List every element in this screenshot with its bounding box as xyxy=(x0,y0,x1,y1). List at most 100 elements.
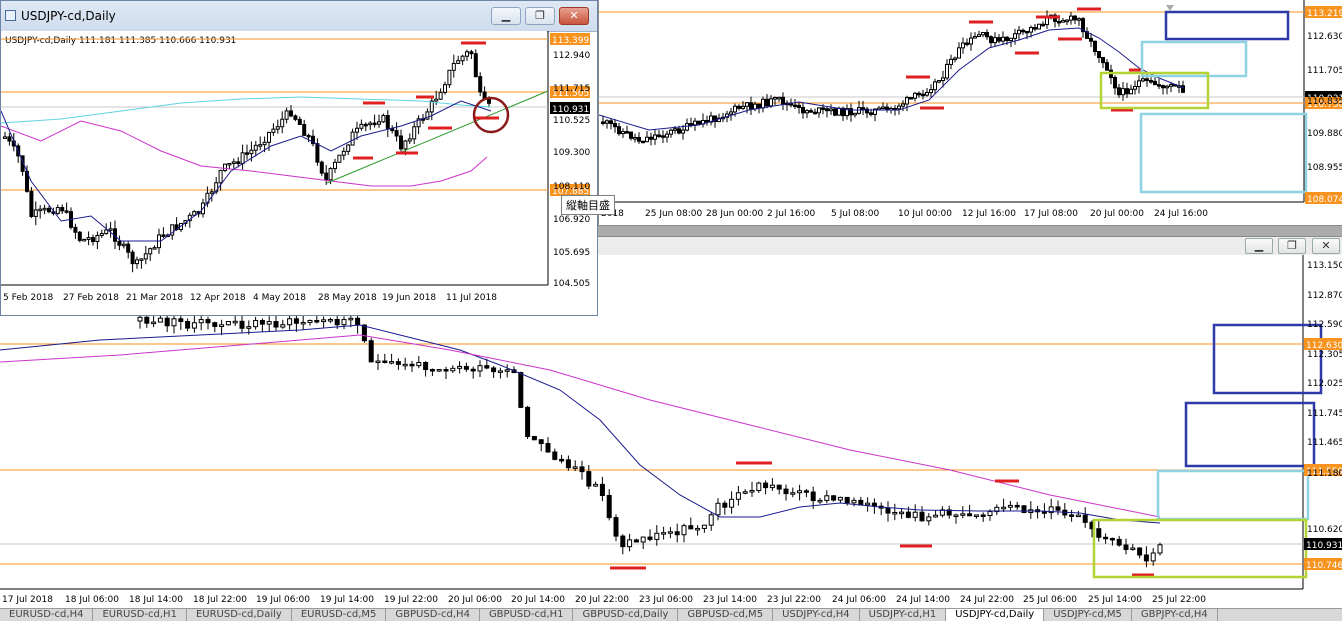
chart-tab[interactable]: GBPUSD-cd,H1 xyxy=(480,609,574,621)
candle-body xyxy=(372,122,377,126)
candle-body xyxy=(909,97,913,100)
candle-body xyxy=(844,496,850,504)
candle-body xyxy=(7,136,12,142)
h1-date-tick: 20 Jul 00:00 xyxy=(1090,209,1144,219)
candle-body xyxy=(341,150,346,156)
candle-body xyxy=(1001,506,1007,510)
chart-tab[interactable]: GBPJPY-cd,H4 xyxy=(1132,609,1218,621)
candle-body xyxy=(497,370,503,373)
candle-body xyxy=(657,134,661,137)
candle-body xyxy=(985,32,989,38)
main-date-tick: 20 Jul 06:00 xyxy=(448,595,502,605)
candle-body xyxy=(399,135,403,150)
main-minimize-button[interactable]: ▁ xyxy=(1245,238,1273,254)
main-date-tick: 17 Jul 2018 xyxy=(2,595,53,605)
candle-body xyxy=(945,63,949,79)
candle-body xyxy=(987,511,993,516)
candle-body xyxy=(1123,544,1129,551)
candle-body xyxy=(969,37,973,45)
candle-body xyxy=(921,93,925,97)
candle-body xyxy=(1116,538,1122,546)
candle-body xyxy=(3,136,7,139)
candle-body xyxy=(375,360,381,364)
candle-body xyxy=(695,527,701,531)
candle-body xyxy=(1117,87,1121,96)
daily-restore-button[interactable]: ❐ xyxy=(525,7,555,25)
candle-body xyxy=(809,110,813,113)
candle-body xyxy=(1001,36,1005,42)
candle-body xyxy=(1109,537,1115,541)
candle-body xyxy=(833,108,837,116)
candle-body xyxy=(805,110,809,114)
candle-body xyxy=(1103,536,1109,540)
candle-body xyxy=(858,499,864,506)
candle-body xyxy=(926,516,932,522)
candle-body xyxy=(899,511,905,515)
daily-window-titlebar[interactable]: USDJPY-cd,Daily ▁ ❐ ✕ xyxy=(1,1,597,32)
candle-body xyxy=(1161,85,1165,89)
candle-body xyxy=(601,121,605,124)
candle-body xyxy=(729,498,735,508)
candle-body xyxy=(402,363,408,367)
candle-body xyxy=(258,144,263,147)
candle-body xyxy=(793,104,797,108)
candle-body xyxy=(981,32,985,36)
candle-body xyxy=(403,140,408,150)
main-restore-button[interactable]: ❐ xyxy=(1278,238,1306,254)
candle-body xyxy=(1041,23,1045,27)
daily-chart-window[interactable]: USDJPY-cd,Daily ▁ ❐ ✕ USDJPY-cd,Daily 11… xyxy=(0,0,598,316)
chart-tab[interactable]: EURUSD-cd,H4 xyxy=(0,609,94,621)
candle-body xyxy=(579,466,585,473)
h1-price-chart[interactable]: 113.219110.931110.738108.074112.630111.7… xyxy=(599,0,1342,226)
candle-body xyxy=(1157,544,1163,554)
chart-tab[interactable]: USDJPY-cd,H1 xyxy=(860,609,947,621)
candle-body xyxy=(478,76,483,93)
candle-body xyxy=(117,240,122,246)
daily-price-chart[interactable]: USDJPY-cd,Daily 111.181 111.385 110.666 … xyxy=(1,31,597,315)
chart-tab[interactable]: USDJPY-cd,H4 xyxy=(773,609,860,621)
chart-tab[interactable]: USDJPY-cd,M5 xyxy=(1044,609,1132,621)
chart-tab[interactable]: GBPUSD-cd,Daily xyxy=(573,609,679,621)
candle-body xyxy=(667,531,673,534)
candle-body xyxy=(1169,84,1173,87)
h1-price-tick: 108.955 xyxy=(1307,163,1342,173)
chart-tab[interactable]: USDJPY-cd,Daily xyxy=(946,609,1045,621)
candle-body xyxy=(161,234,166,237)
candle-body xyxy=(715,502,721,516)
candle-body xyxy=(861,107,865,110)
candle-body xyxy=(640,536,646,543)
chart-tab[interactable]: GBPUSD-cd,H4 xyxy=(386,609,480,621)
main-close-button[interactable]: ✕ xyxy=(1312,238,1340,254)
candle-body xyxy=(139,258,144,261)
candle-body xyxy=(905,511,911,518)
candle-body xyxy=(1096,528,1102,538)
main-date-tick: 19 Jul 06:00 xyxy=(256,595,310,605)
candle-body xyxy=(735,492,741,500)
candle-body xyxy=(1121,88,1125,96)
candle-body xyxy=(572,466,578,469)
chart-tab[interactable]: GBPUSD-cd,M5 xyxy=(678,609,774,621)
candle-body xyxy=(824,495,830,501)
candle-body xyxy=(273,321,279,328)
candle-body xyxy=(1037,23,1041,30)
candle-body xyxy=(333,161,337,170)
candle-body xyxy=(443,84,447,93)
candle-body xyxy=(361,324,367,342)
h1-chart-window[interactable]: 113.219110.931110.738108.074112.630111.7… xyxy=(598,0,1342,226)
main-date-tick: 25 Jul 22:00 xyxy=(1152,595,1206,605)
candle-body xyxy=(394,130,399,137)
candle-body xyxy=(1077,18,1081,21)
daily-minimize-button[interactable]: ▁ xyxy=(491,7,521,25)
candle-body xyxy=(913,92,917,99)
candle-body xyxy=(1105,62,1109,71)
daily-close-button[interactable]: ✕ xyxy=(559,7,589,25)
candle-body xyxy=(708,514,714,526)
h1-date-tick: 5 Jul 08:00 xyxy=(831,209,880,219)
chart-tab[interactable]: EURUSD-cd,H1 xyxy=(93,609,187,621)
candle-body xyxy=(593,483,599,487)
candle-body xyxy=(1073,15,1077,21)
chart-tab[interactable]: EURUSD-cd,Daily xyxy=(187,609,292,621)
main-price-tick: 112.590 xyxy=(1307,320,1342,330)
chart-tab[interactable]: EURUSD-cd,M5 xyxy=(292,609,387,621)
candle-body xyxy=(300,321,306,325)
